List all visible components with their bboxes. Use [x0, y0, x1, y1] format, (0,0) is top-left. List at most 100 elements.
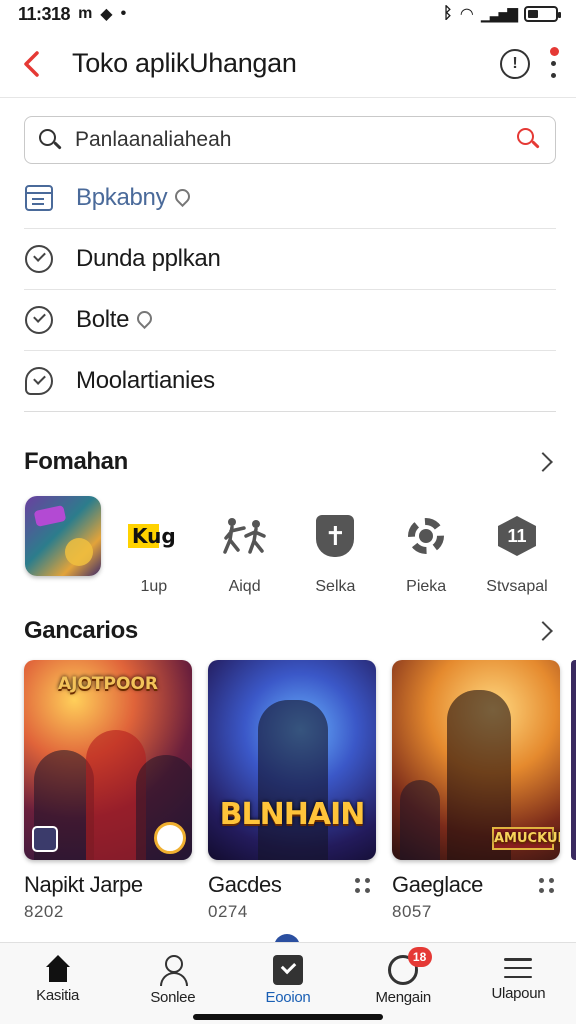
more-dot: [550, 72, 556, 78]
menu-icon: [504, 955, 533, 981]
dot-icon: •: [120, 5, 127, 22]
header-actions: !: [500, 46, 562, 81]
notification-dot: [550, 46, 559, 56]
section-title: Gancarios: [24, 617, 138, 644]
more-options-icon[interactable]: [355, 877, 370, 893]
cover-title: AJOTPOOR: [58, 674, 158, 694]
game-size: 0274: [208, 902, 248, 921]
bluetooth-icon: ᛒ: [443, 5, 453, 22]
game-card[interactable]: BLNHAIN Gacdes 0274: [208, 660, 378, 922]
apps-row: Kug 1up Aiqd ✝ Selka Pieka 11 Stvsapal: [24, 496, 556, 596]
games-row: AJOTPOOR Napikt Jarpe 8202 BLNHAIN Gacde…: [24, 660, 562, 922]
kug-logo-icon: Kug: [116, 496, 192, 576]
back-icon: [24, 50, 39, 77]
nav-item-profile[interactable]: Sonlee: [115, 943, 230, 1024]
search-input[interactable]: [75, 128, 515, 152]
chevron-right-icon: [533, 452, 553, 472]
app-item[interactable]: [24, 496, 102, 596]
shield-glyph: ✝: [324, 520, 347, 551]
pin-icon: [175, 189, 189, 207]
search-submit-icon[interactable]: [515, 126, 543, 154]
check-box-icon: [273, 955, 303, 985]
search-bar: [24, 116, 556, 164]
carrier-icon: m: [78, 5, 93, 22]
game-app-icon: [25, 496, 101, 576]
home-indicator[interactable]: [193, 1014, 383, 1020]
nav-item-updates[interactable]: 18 Mengain: [346, 943, 461, 1024]
game-cover-image: AJOTPOOR: [24, 660, 192, 860]
back-button[interactable]: [2, 34, 62, 94]
menu-list: Bpkabny Dunda pplkan Bolte Moolartianies: [24, 168, 556, 412]
hex-icon: 11: [479, 496, 555, 576]
nav-label: Eooion: [265, 989, 311, 1006]
wifi-signal-icon: ◆: [100, 6, 113, 23]
app-item[interactable]: Kug 1up: [115, 496, 193, 596]
search-icon: [37, 127, 63, 153]
status-right-icons: ᛒ ◠ ▁▃▅▇: [443, 4, 561, 24]
info-button[interactable]: !: [500, 48, 530, 79]
notification-badge: 18: [407, 947, 432, 967]
game-card[interactable]: AMUCKULA Gaeglace 8057: [392, 660, 562, 922]
kug-logo-text: Kug: [127, 524, 180, 548]
menu-item-moolartianies[interactable]: Moolartianies: [24, 351, 556, 412]
cover-title: BLNHAIN: [219, 797, 366, 832]
game-cover-image: BLNHAIN: [208, 660, 376, 860]
status-left-icons: m ◆ •: [78, 4, 126, 24]
home-icon: [43, 955, 73, 983]
status-time: 11:318: [18, 3, 71, 24]
game-card-partial[interactable]: [571, 660, 576, 860]
gear-icon: [388, 496, 464, 576]
app-item[interactable]: Pieka: [387, 496, 465, 596]
game-title: Gacdes: [208, 872, 282, 897]
nav-label: Ulapoun: [491, 985, 546, 1002]
app-item[interactable]: Aiqd: [206, 496, 284, 596]
menu-item-label: Dunda pplkan: [76, 245, 221, 272]
check-circle-icon: [24, 244, 54, 274]
app-header: Toko aplikUhangan !: [0, 30, 576, 98]
app-label: Aiqd: [228, 578, 261, 595]
game-title: Napikt Jarpe: [24, 872, 143, 897]
fighter-icon: [207, 496, 283, 576]
app-item[interactable]: 11 Stvsapal: [478, 496, 556, 596]
page-title: Toko aplikUhangan: [72, 48, 297, 78]
app-item[interactable]: ✝ Selka: [296, 496, 374, 596]
menu-item-label: Bolte: [76, 306, 130, 333]
status-bar: 11:318 m ◆ • ᛒ ◠ ▁▃▅▇: [0, 0, 576, 28]
app-label: 1up: [140, 578, 168, 595]
bottom-navigation: Kasitia Sonlee Eooion 18 Mengain Ulapoun: [0, 942, 576, 1024]
nav-label: Sonlee: [150, 989, 196, 1006]
nav-item-home[interactable]: Kasitia: [0, 943, 115, 1024]
app-label: Selka: [315, 578, 356, 595]
menu-item-bpkabny[interactable]: Bpkabny: [24, 168, 556, 229]
signal-icon: ▁▃▅▇: [480, 5, 518, 22]
game-card[interactable]: AJOTPOOR Napikt Jarpe 8202: [24, 660, 194, 922]
wifi-icon: ◠: [460, 6, 473, 23]
menu-item-dunda[interactable]: Dunda pplkan: [24, 229, 556, 290]
menu-item-label: Moolartianies: [76, 367, 215, 394]
game-size: 8202: [24, 902, 64, 921]
cover-title: AMUCKULA: [492, 827, 560, 850]
games-section-header[interactable]: Gancarios: [24, 613, 556, 649]
info-icon: !: [512, 54, 518, 72]
app-label: Stvsapal: [486, 578, 548, 595]
apps-section-header[interactable]: Fomahan: [24, 444, 556, 480]
menu-item-bolte[interactable]: Bolte: [24, 290, 556, 351]
app-label: Pieka: [406, 578, 447, 595]
more-options-button[interactable]: [544, 46, 562, 81]
more-dot: [550, 61, 556, 66]
game-title: Gaeglace: [392, 872, 483, 897]
battery-icon: [524, 6, 561, 22]
nav-item-tasks[interactable]: Eooion: [230, 943, 345, 1024]
more-options-icon[interactable]: [539, 877, 554, 893]
nav-item-menu[interactable]: Ulapoun: [461, 943, 576, 1024]
section-title: Fomahan: [24, 448, 128, 475]
window-icon: [24, 183, 54, 213]
chevron-right-icon: [533, 621, 553, 641]
shield-icon: ✝: [297, 496, 373, 576]
game-cover-image: AMUCKULA: [392, 660, 560, 860]
chat-check-icon: [24, 366, 54, 396]
menu-item-label: Bpkabny: [76, 184, 168, 211]
nav-label: Kasitia: [36, 987, 80, 1004]
hex-glyph: 11: [507, 525, 527, 546]
badge-icon: [154, 822, 186, 854]
